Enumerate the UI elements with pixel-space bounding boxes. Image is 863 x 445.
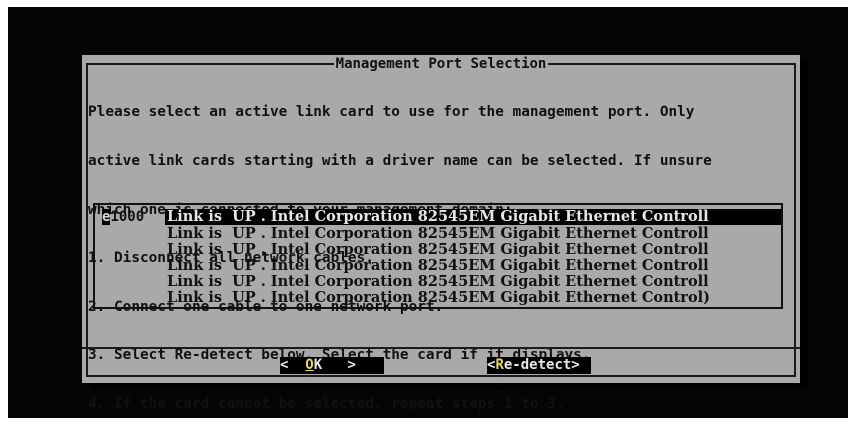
link-card-item[interactable]: Link is UP . Intel Corporation 82545EM G… — [95, 226, 781, 242]
ok-button-rest: K > — [313, 357, 356, 373]
link-card-description: Link is UP . Intel Corporation 82545EM G… — [167, 290, 710, 306]
ok-button-hotkey: O — [305, 357, 314, 373]
link-card-item[interactable]: Link is UP . Intel Corporation 82545EM G… — [95, 274, 781, 290]
button-separator — [82, 347, 800, 349]
ok-button-left: < — [280, 357, 306, 373]
dialog-title-wrap: Management Port Selection — [82, 56, 800, 72]
terminal-screen: Management Port Selection Please select … — [8, 7, 848, 418]
redetect-button-hotkey: R — [495, 357, 504, 373]
link-card-item[interactable]: e1000 Link is UP . Intel Corporation 825… — [95, 209, 781, 225]
link-card-list[interactable]: e1000 Link is UP . Intel Corporation 825… — [93, 203, 783, 309]
link-card-description: Link is UP . Intel Corporation 82545EM G… — [167, 226, 709, 242]
instruction-line: 4. If the card cannot be selected, repea… — [88, 395, 565, 412]
management-port-dialog: Management Port Selection Please select … — [82, 55, 800, 412]
link-card-item[interactable]: Link is UP . Intel Corporation 82545EM G… — [95, 242, 781, 258]
instruction-line: Please select an active link card to use… — [88, 104, 695, 121]
link-card-description: Link is UP . Intel Corporation 82545EM G… — [167, 258, 709, 274]
ok-button[interactable]: < OK > — [280, 357, 384, 374]
link-card-item[interactable]: Link is UP . Intel Corporation 82545EM G… — [95, 258, 781, 274]
redetect-button-rest: e-detect> — [503, 357, 580, 373]
instruction-line: 3. Select Re-detect below. Select the ca… — [88, 347, 591, 364]
driver-name: e1000 — [102, 209, 166, 225]
link-card-description: Link is UP . Intel Corporation 82545EM G… — [165, 209, 781, 225]
dialog-title: Management Port Selection — [333, 56, 549, 72]
instruction-line: active link cards starting with a driver… — [88, 153, 712, 169]
dialog-frame-right — [794, 63, 796, 377]
link-card-description: Link is UP . Intel Corporation 82545EM G… — [167, 242, 709, 258]
link-card-item[interactable]: Link is UP . Intel Corporation 82545EM G… — [95, 290, 781, 306]
driver-name-rest: 1000 — [110, 209, 145, 225]
redetect-button[interactable]: <Re-detect> — [487, 357, 591, 374]
link-card-description: Link is UP . Intel Corporation 82545EM G… — [167, 274, 709, 290]
